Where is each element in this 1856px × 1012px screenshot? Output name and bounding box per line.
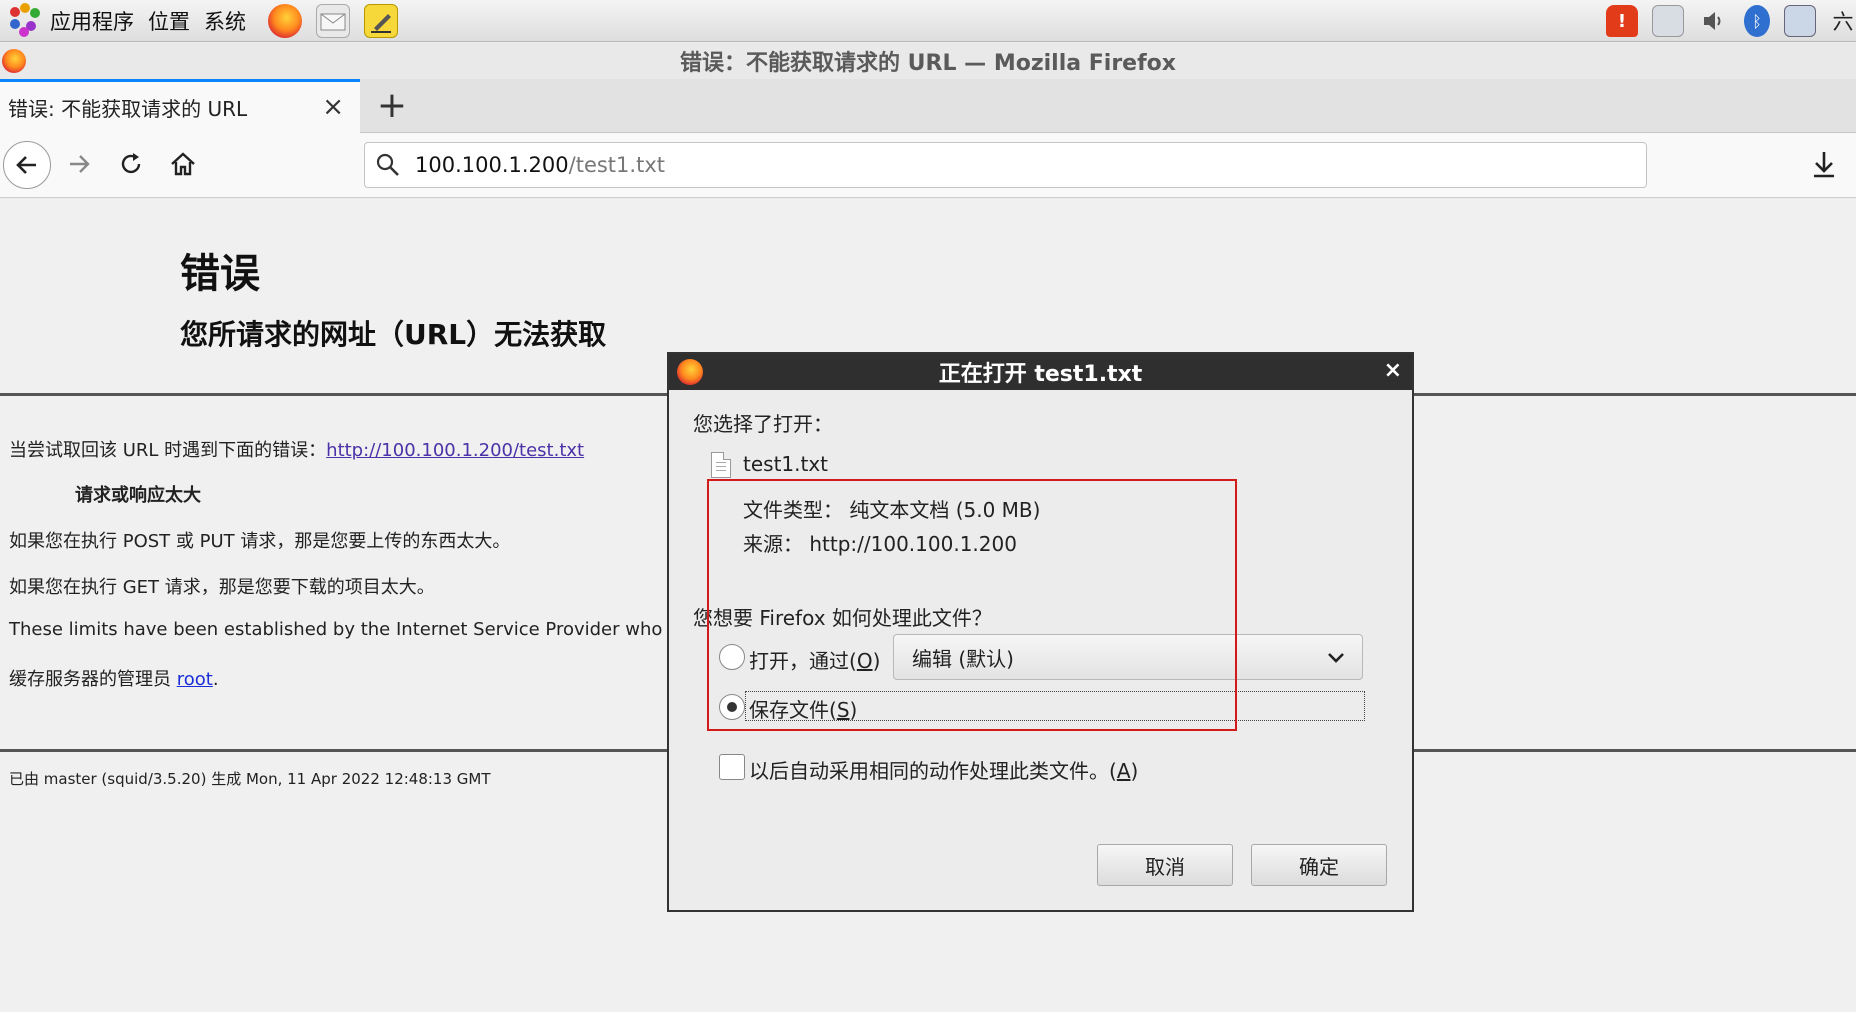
firefox-launcher-icon[interactable] <box>268 3 302 38</box>
url-path: /test1.txt <box>568 153 665 177</box>
volume-icon[interactable] <box>1698 5 1730 37</box>
dialog-titlebar: 正在打开 test1.txt × <box>669 354 1412 390</box>
back-button[interactable] <box>3 141 51 189</box>
url-host: 100.100.1.200 <box>415 153 569 177</box>
error-name-text: 请求或响应太大 <box>75 485 201 506</box>
window-title: 错误：不能获取请求的 URL — Mozilla Firefox <box>680 51 1176 76</box>
cancel-button[interactable]: 取消 <box>1097 844 1233 886</box>
home-icon <box>171 152 195 176</box>
update-alert-icon[interactable]: ! <box>1606 5 1638 37</box>
auto-action-checkbox[interactable] <box>719 754 745 780</box>
firefox-icon <box>677 359 703 385</box>
dialog-close-icon[interactable]: × <box>1384 358 1402 383</box>
admin-suffix: . <box>212 669 219 690</box>
annotation-highlight-box <box>707 479 1237 731</box>
download-arrow-icon <box>1814 152 1834 178</box>
text-file-icon <box>711 452 731 478</box>
reload-icon <box>121 153 141 174</box>
new-tab-button[interactable]: + <box>372 83 412 127</box>
firefox-icon <box>2 49 26 73</box>
forward-button[interactable] <box>56 141 102 187</box>
dialog-title: 正在打开 test1.txt <box>938 362 1143 387</box>
clock[interactable]: 六 <box>1830 5 1856 37</box>
error-url-prefix: 当尝试取回该 URL 时遇到下面的错误： <box>9 440 327 461</box>
error-url-line: 当尝试取回该 URL 时遇到下面的错误：http://100.100.1.200… <box>9 436 584 462</box>
nav-toolbar: 100.100.1.200/test1.txt <box>0 133 1856 198</box>
auto-action-text: 以后自动采用相同的动作处理此类文件。( <box>749 759 1117 783</box>
explanation-post: 如果您在执行 POST 或 PUT 请求，那是您要上传的东西太大。 <box>9 531 511 552</box>
mail-client-icon[interactable] <box>316 3 350 38</box>
page-title: 错误 <box>180 251 260 297</box>
tab-strip: 错误: 不能获取请求的 URL × + <box>0 79 1856 133</box>
chosen-label: 您选择了打开： <box>693 412 833 436</box>
error-name: 请求或响应太大 <box>75 481 201 507</box>
tab-label: 错误: 不能获取请求的 URL <box>8 97 248 121</box>
tab-close-icon[interactable]: × <box>322 92 344 122</box>
explanation-limits: These limits have been established by th… <box>9 619 710 640</box>
ok-button[interactable]: 确定 <box>1251 844 1387 886</box>
url-bar[interactable]: 100.100.1.200/test1.txt <box>364 142 1647 188</box>
auto-action-end: ) <box>1130 759 1139 783</box>
gnome-foot-icon[interactable] <box>6 2 42 39</box>
auto-action-accesskey: A <box>1116 759 1131 783</box>
forward-arrow-icon <box>70 155 90 173</box>
back-arrow-icon <box>16 156 36 174</box>
menu-places[interactable]: 位置 <box>148 6 190 36</box>
menu-system[interactable]: 系统 <box>204 6 246 36</box>
file-name: test1.txt <box>743 452 829 476</box>
network-printer-icon[interactable] <box>1652 5 1684 37</box>
notes-editor-icon[interactable] <box>364 3 398 38</box>
explanation-get: 如果您在执行 GET 请求，那是您要下载的项目太大。 <box>9 577 435 598</box>
page-subtitle: 您所请求的网址（URL）无法获取 <box>180 318 607 351</box>
home-button[interactable] <box>160 141 206 187</box>
auto-action-label[interactable]: 以后自动采用相同的动作处理此类文件。(A) <box>749 755 1138 784</box>
menu-applications[interactable]: 应用程序 <box>50 6 134 36</box>
admin-prefix: 缓存服务器的管理员 <box>9 669 177 690</box>
error-url-link[interactable]: http://100.100.1.200/test.txt <box>326 440 584 461</box>
page-footer: 已由 master (squid/3.5.20) 生成 Mon, 11 Apr … <box>9 770 491 788</box>
bluetooth-icon[interactable]: ᛒ <box>1744 5 1770 37</box>
network-status-icon[interactable] <box>1784 5 1816 37</box>
downloads-button[interactable] <box>1804 144 1844 184</box>
search-icon <box>375 152 401 178</box>
tab-error[interactable]: 错误: 不能获取请求的 URL × <box>0 79 360 133</box>
top-panel: 应用程序 位置 系统 ! ᛒ 六 <box>0 0 1856 42</box>
chevron-down-icon <box>1328 653 1344 663</box>
admin-line: 缓存服务器的管理员 root. <box>9 665 219 691</box>
admin-link[interactable]: root <box>177 669 213 690</box>
window-titlebar: 错误：不能获取请求的 URL — Mozilla Firefox <box>0 43 1856 79</box>
reload-button[interactable] <box>108 141 154 187</box>
